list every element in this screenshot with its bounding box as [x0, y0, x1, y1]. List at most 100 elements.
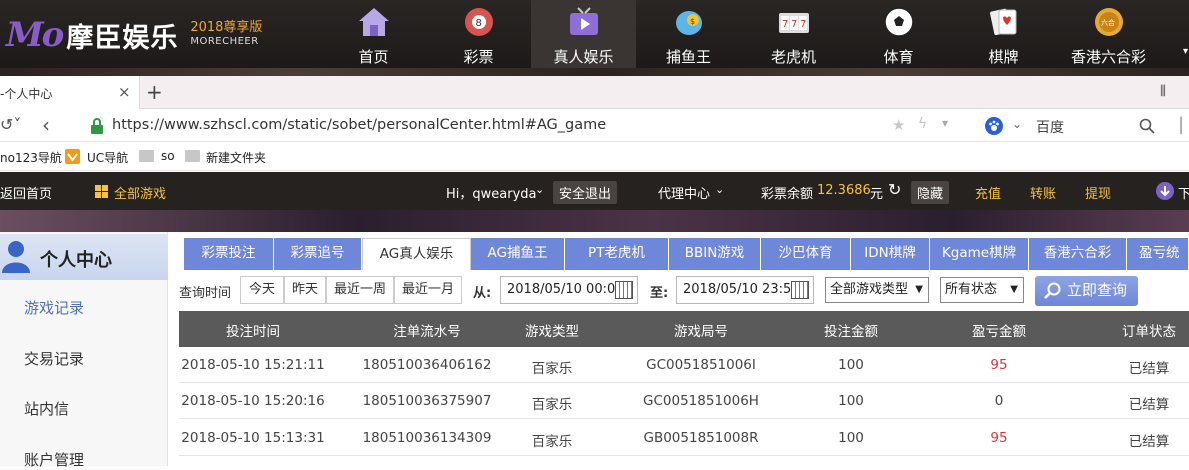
undo-icon[interactable]: ↺˅ — [0, 115, 21, 134]
tab-profit-stats[interactable]: 盈亏统 — [1127, 238, 1189, 270]
tab-mark-six[interactable]: 香港六合彩 — [1029, 238, 1127, 270]
sidebar-title: 个人中心 — [40, 250, 112, 271]
nav-home[interactable]: 首页 — [321, 0, 426, 70]
balance-label: 彩票余额 — [761, 187, 814, 202]
new-tab-icon[interactable]: + — [146, 80, 163, 104]
nav-mark-six[interactable]: 六合 香港六合彩 — [1056, 0, 1161, 70]
search-icon[interactable] — [1139, 118, 1155, 134]
tab-lottery-chase[interactable]: 彩票追号 — [274, 238, 362, 270]
sidebar-item-account[interactable]: 账户管理 — [24, 449, 84, 470]
from-date-input[interactable]: 2018/05/10 00:00 — [500, 276, 638, 304]
logo-mark: Mo — [6, 15, 64, 55]
last-month-button[interactable]: 最近一月 — [394, 276, 462, 304]
url-input[interactable]: https://www.szhscl.com/static/sobet/pers… — [112, 117, 606, 133]
calendar-icon[interactable] — [791, 281, 809, 299]
chevron-down-icon: ▼ — [915, 284, 923, 295]
from-date-value: 2018/05/10 00:00 — [507, 282, 624, 297]
table-row: 2018-05-10 15:21:11 180510036406162 百家乐 … — [179, 347, 1189, 383]
sidebar-item-game-records[interactable]: 游戏记录 — [24, 297, 84, 318]
logout-button[interactable]: 安全退出 — [553, 181, 618, 204]
nav-more-icon[interactable]: ▾ — [1183, 46, 1188, 57]
game-type-select[interactable]: 全部游戏类型 ▼ — [825, 277, 929, 303]
nav-chess-cards[interactable]: 棋牌 — [951, 0, 1056, 70]
folder-icon — [185, 150, 200, 162]
download-icon[interactable] — [1156, 182, 1174, 200]
calendar-icon[interactable] — [615, 281, 633, 299]
address-bar: ↺˅ ‹ https://www.szhscl.com/static/sobet… — [0, 110, 1189, 142]
today-button[interactable]: 今天 — [240, 276, 284, 304]
last-week-button[interactable]: 最近一周 — [326, 276, 394, 304]
bookmarks-bar: no123导航 UC导航 so 新建文件夹 — [0, 143, 1189, 171]
recharge-link[interactable]: 充值 — [975, 183, 1001, 202]
download-link[interactable]: 下 — [1178, 183, 1189, 202]
nav-lottery[interactable]: 8 彩票 — [426, 0, 531, 70]
sidebar-item-messages[interactable]: 站内信 — [24, 398, 69, 419]
cell-game-type: 百家乐 — [531, 397, 573, 413]
star-icon[interactable]: ★ — [892, 116, 905, 134]
nav-label: 捕鱼王 — [665, 48, 711, 66]
browser-tab[interactable]: -个人中心 × — [0, 76, 140, 109]
svg-text:$: $ — [690, 17, 695, 26]
nav-label: 彩票 — [463, 48, 494, 66]
nav-label: 首页 — [358, 48, 389, 66]
transfer-link[interactable]: 转账 — [1030, 183, 1056, 202]
withdraw-link[interactable]: 提现 — [1085, 183, 1111, 202]
nav-label: 体育 — [883, 48, 914, 66]
yesterday-button[interactable]: 昨天 — [284, 276, 326, 304]
site-header: Mo 摩臣娱乐 2018尊享版 MORECHEER 首页 8 彩票 真人娱乐 $… — [0, 0, 1189, 76]
tab-ag-fishing[interactable]: AG捕鱼王 — [471, 238, 565, 270]
nav-slots[interactable]: 777 老虎机 — [741, 0, 846, 70]
cell-bet-amount: 100 — [838, 393, 864, 409]
back-home-link[interactable]: 返回首页 — [0, 183, 52, 202]
cell-game-type: 百家乐 — [531, 434, 573, 450]
sidebar-item-transactions[interactable]: 交易记录 — [24, 348, 84, 369]
cell-profit: 95 — [990, 357, 1008, 373]
svg-text:六合: 六合 — [1101, 18, 1115, 27]
tab-pt-slots[interactable]: PT老虎机 — [565, 238, 669, 270]
bookmark-no123[interactable]: no123导航 — [0, 149, 62, 166]
cell-status: 已结算 — [1128, 434, 1170, 450]
engine-dropdown-icon[interactable]: ⌄ — [1012, 117, 1022, 131]
agent-center-link[interactable]: 代理中心 — [658, 183, 710, 202]
bookmark-new-folder[interactable]: 新建文件夹 — [206, 149, 266, 166]
nav-fishing[interactable]: $ 捕鱼王 — [636, 0, 741, 70]
close-icon[interactable]: × — [118, 83, 131, 101]
tab-saba-sports[interactable]: 沙巴体育 — [761, 238, 851, 270]
baidu-paw-icon[interactable] — [985, 117, 1003, 135]
nav-live-casino[interactable]: 真人娱乐 — [531, 0, 636, 70]
tab-ag-live[interactable]: AG真人娱乐 — [362, 238, 471, 270]
query-time-label: 查询时间 — [179, 286, 232, 301]
user-greeting[interactable]: Hi，qwearyda — [446, 183, 537, 202]
playing-cards-icon — [990, 8, 1017, 36]
hide-button[interactable]: 隐藏 — [911, 181, 950, 204]
col-game-round: 游戏局号 — [674, 324, 728, 340]
tab-list-icon[interactable]: ⫼ — [1160, 84, 1166, 99]
sidebar-header: 个人中心 — [0, 234, 168, 280]
query-button[interactable]: 立即查询 — [1035, 276, 1138, 306]
status-select[interactable]: 所有状态 ▼ — [940, 277, 1024, 303]
tab-idn[interactable]: IDN棋牌 — [851, 238, 930, 270]
nav-label: 棋牌 — [988, 48, 1019, 66]
bookmark-so[interactable]: so — [161, 149, 175, 163]
search-input[interactable]: 百度 — [1036, 117, 1064, 137]
soccer-ball-icon — [884, 7, 914, 37]
tab-title: -个人中心 — [0, 87, 53, 101]
all-games-link[interactable]: 全部游戏 — [114, 183, 166, 202]
svg-text:7: 7 — [800, 19, 806, 30]
live-tv-icon — [570, 7, 598, 35]
site-logo[interactable]: Mo 摩臣娱乐 2018尊享版 MORECHEER — [6, 10, 262, 60]
back-icon[interactable]: ‹ — [42, 113, 50, 137]
to-date-input[interactable]: 2018/05/10 23:59 — [676, 276, 814, 304]
chevron-down-icon: ⌄ — [715, 183, 725, 196]
chevron-down-icon: ▼ — [1010, 284, 1018, 295]
status-value: 所有状态 — [945, 282, 998, 297]
refresh-icon[interactable]: ↻ — [888, 180, 901, 199]
bookmark-uc[interactable]: UC导航 — [87, 149, 128, 166]
lightning-icon[interactable]: ϟ — [918, 116, 927, 132]
tab-bbin[interactable]: BBIN游戏 — [669, 238, 761, 270]
tab-kgame[interactable]: Kgame棋牌 — [930, 238, 1029, 270]
tab-lottery-bets[interactable]: 彩票投注 — [184, 238, 274, 270]
dropdown-icon[interactable]: ▾ — [942, 116, 948, 130]
nav-sports[interactable]: 体育 — [846, 0, 951, 70]
user-bar: 返回首页 全部游戏 Hi，qwearyda ⌄ 安全退出 代理中心 ⌄ 彩票余额… — [0, 172, 1189, 210]
